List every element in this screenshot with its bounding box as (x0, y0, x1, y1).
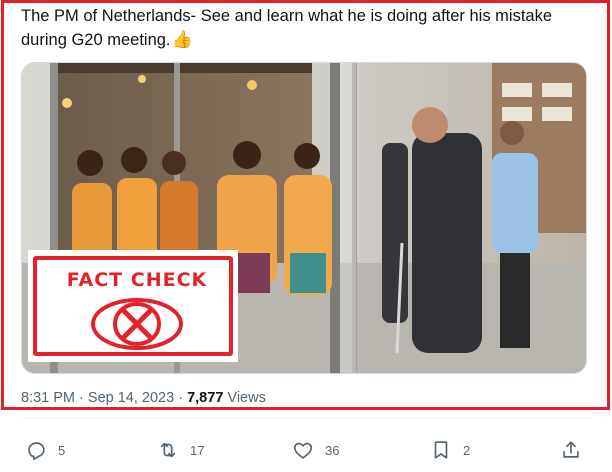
bookmark-button[interactable]: 2 (430, 436, 470, 464)
reply-count: 5 (58, 442, 66, 458)
retweet-icon (160, 442, 176, 458)
share-button[interactable] (560, 436, 582, 464)
bookmark-count: 2 (463, 442, 471, 458)
divider (21, 418, 591, 419)
red-highlight-frame (1, 0, 610, 410)
bookmark-icon (434, 441, 448, 459)
share-icon (563, 441, 579, 458)
reply-button[interactable]: 5 (25, 436, 65, 464)
like-count: 36 (325, 442, 340, 458)
heart-icon (293, 442, 313, 459)
retweet-count: 17 (190, 442, 205, 458)
reply-icon (28, 442, 45, 460)
tweet-card: The PM of Netherlands- See and learn wha… (0, 0, 612, 472)
retweet-button[interactable]: 17 (157, 436, 204, 464)
action-bar: 5 17 36 2 (0, 436, 612, 464)
like-button[interactable]: 36 (292, 436, 339, 464)
